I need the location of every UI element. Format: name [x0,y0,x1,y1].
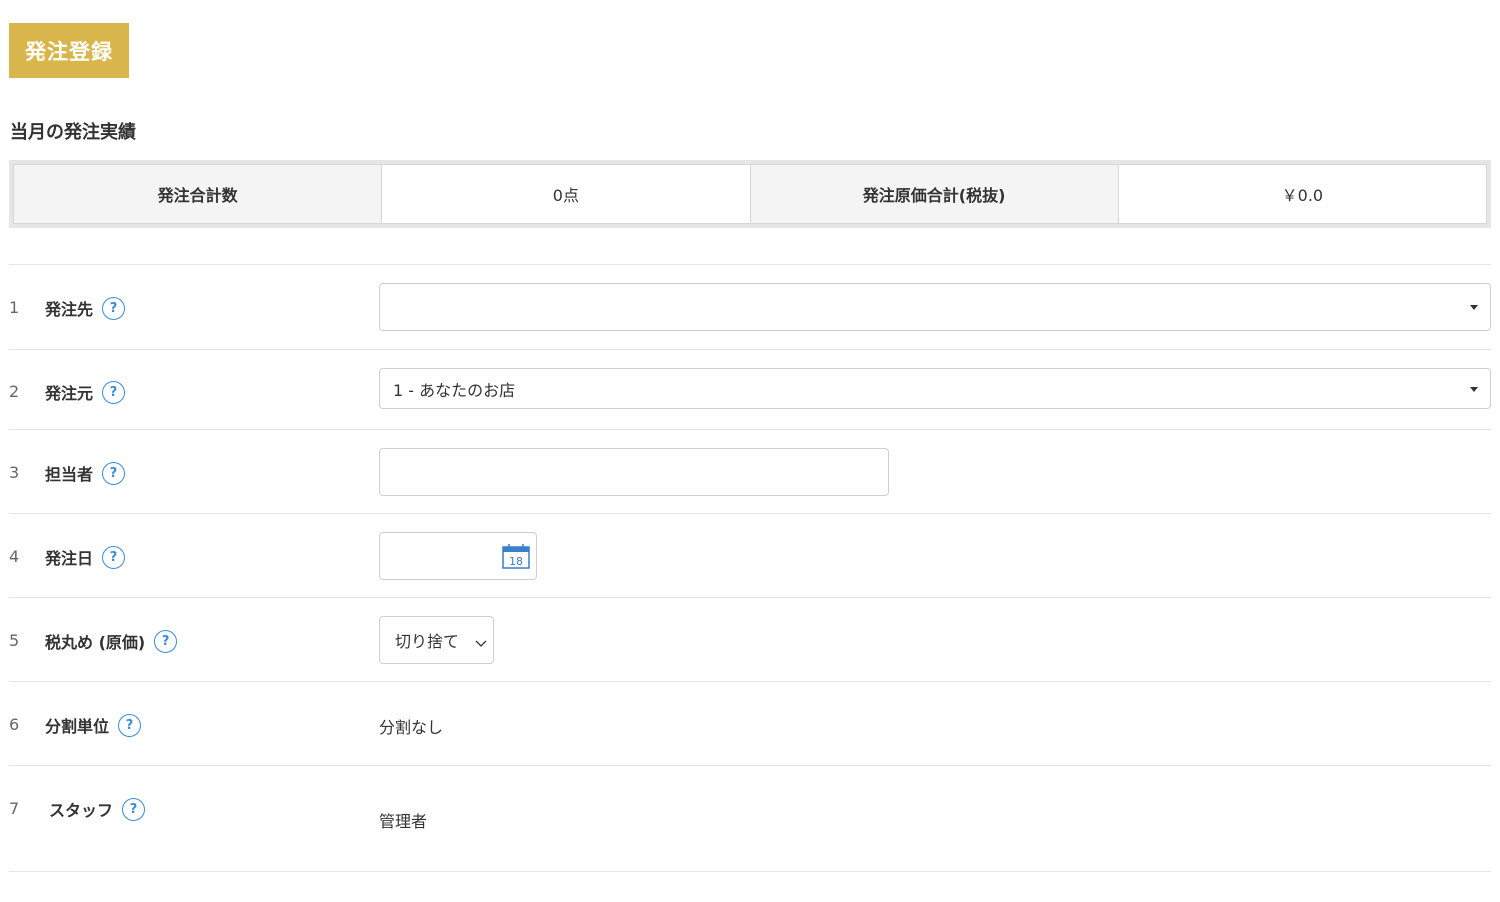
section-title: 当月の発注実績 [10,122,136,143]
store-label: 発注元 [45,384,94,403]
help-icon[interactable]: ? [102,296,126,320]
tax-rounding-label: 税丸め (原価) [45,633,146,652]
help-icon[interactable]: ? [102,545,126,569]
summary-table: 発注合計数 0点 発注原価合計(税抜) ￥0.0 [13,164,1487,224]
order-form: 1 発注先 ? 2 発注元 ? 1 - あなたのお店 3 担当者 ? 4 発注日… [9,264,1491,872]
row-number: 4 [9,547,20,566]
total-cost-value: ￥0.0 [1118,165,1486,223]
help-icon[interactable]: ? [102,461,126,485]
form-row-staff: 7 スタッフ ? 管理者 [9,766,1491,872]
form-row-store: 2 発注元 ? 1 - あなたのお店 [9,350,1491,430]
order-date-input[interactable]: 18 [379,532,537,580]
split-unit-value: 分割なし [379,718,444,737]
supplier-label: 発注先 [45,300,94,319]
store-select-value: 1 - あなたのお店 [393,380,516,400]
store-label-group: 発注元 ? [45,380,126,404]
tax-rounding-select[interactable]: 切り捨て [379,616,494,664]
form-row-order-date: 4 発注日 ? 18 [9,514,1491,598]
store-field: 1 - あなたのお店 [379,368,1491,409]
form-row-person: 3 担当者 ? [9,430,1491,514]
calendar-day: 18 [509,555,523,568]
supplier-field [379,283,1491,331]
order-date-label-group: 発注日 ? [45,545,126,569]
person-input[interactable] [379,448,889,496]
help-icon[interactable]: ? [118,713,142,737]
tax-rounding-label-group: 税丸め (原価) ? [45,629,178,653]
help-icon[interactable]: ? [102,380,126,404]
summary-panel: 発注合計数 0点 発注原価合計(税抜) ￥0.0 [9,160,1491,228]
staff-label-group: スタッフ ? [49,797,146,821]
chevron-down-icon [475,634,487,653]
row-number: 1 [9,298,20,317]
staff-label: スタッフ [49,801,114,820]
tax-rounding-value: 切り捨て [395,632,460,651]
order-date-label: 発注日 [45,549,94,568]
row-number: 6 [9,715,20,734]
help-icon[interactable]: ? [122,797,146,821]
form-row-split-unit: 6 分割単位 ? 分割なし [9,682,1491,766]
form-row-tax-rounding: 5 税丸め (原価) ? 切り捨て [9,598,1491,682]
row-number: 5 [9,631,20,650]
person-label-group: 担当者 ? [45,461,126,485]
store-select[interactable]: 1 - あなたのお店 [379,368,1491,409]
total-count-value: 0点 [382,165,751,223]
split-unit-label-group: 分割単位 ? [45,713,142,737]
total-cost-label: 発注原価合計(税抜) [750,165,1119,223]
person-label: 担当者 [45,465,94,484]
split-unit-label: 分割単位 [45,717,110,736]
row-number: 2 [9,382,20,401]
person-field [379,448,889,496]
help-icon[interactable]: ? [154,629,178,653]
caret-down-icon [1470,386,1478,392]
caret-down-icon [1470,305,1478,310]
supplier-label-group: 発注先 ? [45,296,126,320]
tax-rounding-field: 切り捨て [379,616,494,664]
total-count-label: 発注合計数 [14,165,383,223]
calendar-icon[interactable]: 18 [502,544,530,573]
order-date-field: 18 [379,532,537,580]
row-number: 7 [9,799,20,818]
form-row-supplier: 1 発注先 ? [9,265,1491,350]
staff-value: 管理者 [379,812,428,831]
page-title: 発注登録 [9,23,129,78]
supplier-select[interactable] [379,283,1491,331]
row-number: 3 [9,463,20,482]
